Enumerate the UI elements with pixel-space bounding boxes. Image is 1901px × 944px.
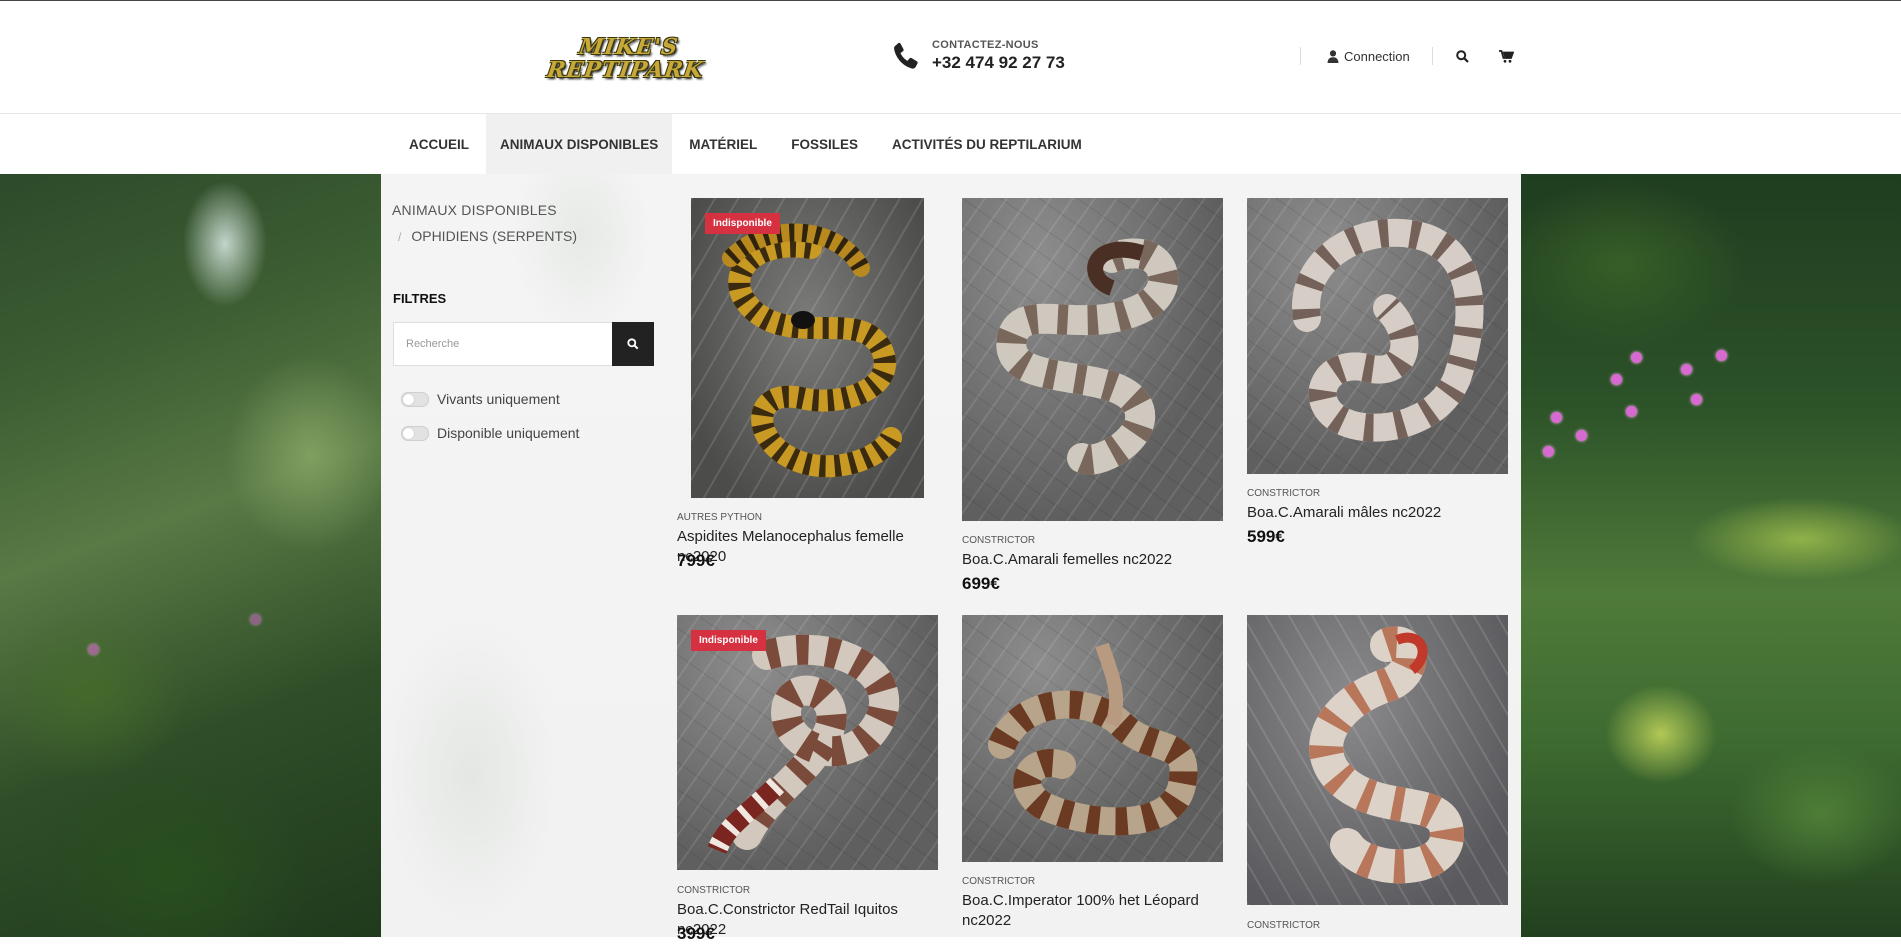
product-name[interactable]: Aspidites Melanocephalus femelle nc2020 [677, 527, 947, 567]
filter-search [393, 322, 654, 366]
search-icon[interactable] [1453, 46, 1473, 66]
nav-item-animaux-disponibles[interactable]: ANIMAUX DISPONIBLES [486, 114, 673, 174]
search-icon [627, 338, 639, 350]
cart-icon[interactable] [1497, 46, 1517, 66]
nav-item-fossiles[interactable]: FOSSILES [774, 114, 875, 174]
user-icon [1327, 49, 1339, 63]
product-name[interactable]: Boa.C.Amarali femelles nc2022 [962, 550, 1232, 570]
search-button[interactable] [612, 322, 654, 366]
snake-image [988, 642, 1198, 836]
product-category[interactable]: CONSTRICTOR [962, 876, 1035, 887]
toggle-alive-switch[interactable] [401, 391, 429, 407]
product-category[interactable]: AUTRES PYTHON [677, 512, 762, 523]
login-label: Connection [1344, 48, 1410, 64]
snake-image [1292, 218, 1484, 442]
product-name[interactable]: Boa.C.Amarali mâles nc2022 [1247, 503, 1517, 523]
product-image[interactable] [962, 198, 1223, 521]
search-input[interactable] [393, 322, 613, 366]
jungle-background-right [1521, 174, 1901, 937]
product-image[interactable] [1247, 615, 1508, 905]
main-navigation: ACCUEIL ANIMAUX DISPONIBLES MATÉRIEL FOS… [0, 114, 1901, 174]
product-category[interactable]: CONSTRICTOR [1247, 920, 1320, 931]
product-category[interactable]: CONSTRICTOR [962, 535, 1035, 546]
toggle-available-row[interactable]: Disponible uniquement [401, 425, 579, 441]
nav-item-materiel[interactable]: MATÉRIEL [672, 114, 774, 174]
product-category[interactable]: CONSTRICTOR [1247, 488, 1320, 499]
unavailable-badge: Indisponible [705, 213, 780, 234]
jungle-background-left [0, 174, 381, 937]
snake-image [722, 223, 902, 478]
toggle-alive-label: Vivants uniquement [437, 391, 560, 407]
product-category[interactable]: CONSTRICTOR [677, 885, 750, 896]
unavailable-badge: Indisponible [691, 630, 766, 651]
product-name[interactable]: Boa.C.Constrictor RedTail Iquitos nc2022 [677, 900, 947, 940]
login-link[interactable]: Connection [1301, 49, 1432, 64]
breadcrumb: ANIMAUX DISPONIBLES / OPHIDIENS (SERPENTS… [392, 202, 577, 244]
product-price: 399€ [677, 924, 715, 943]
breadcrumb-separator: / [398, 230, 402, 244]
nav-item-activites[interactable]: ACTIVITÉS DU REPTILARIUM [875, 114, 1099, 174]
nav-item-accueil[interactable]: ACCUEIL [392, 114, 486, 174]
sidebar-background [381, 174, 671, 937]
snake-image [1309, 626, 1465, 884]
filters-title: FILTRES [393, 291, 447, 306]
divider [1431, 47, 1433, 65]
header-actions: Connection [1300, 45, 1517, 67]
toggle-available-label: Disponible uniquement [437, 425, 580, 441]
product-price: 699€ [962, 574, 1000, 593]
snake-image [996, 238, 1179, 475]
breadcrumb-animaux[interactable]: ANIMAUX DISPONIBLES [392, 202, 557, 218]
breadcrumb-ophidiens[interactable]: OPHIDIENS (SERPENTS) [411, 228, 577, 244]
contact-label: CONTACTEZ-NOUS [932, 39, 1039, 51]
logo-line2: REPTIPARK [545, 57, 706, 83]
product-image[interactable] [962, 615, 1223, 862]
product-price: 799€ [677, 551, 715, 570]
snake-image [707, 634, 899, 855]
site-logo[interactable]: MIKE'S REPTIPARK [545, 31, 706, 87]
toggle-available-switch[interactable] [401, 425, 429, 441]
toggle-alive-row[interactable]: Vivants uniquement [401, 391, 560, 407]
phone-icon [894, 42, 918, 69]
product-price: 599€ [1247, 527, 1285, 546]
product-image[interactable] [1247, 198, 1508, 474]
product-image[interactable]: Indisponible [691, 198, 924, 498]
product-image[interactable]: Indisponible [677, 615, 938, 870]
product-name[interactable]: Boa.C.Imperator 100% het Léopard nc2022 [962, 891, 1202, 931]
site-header: MIKE'S REPTIPARK CONTACTEZ-NOUS +32 474 … [0, 1, 1901, 114]
breadcrumb-current: / OPHIDIENS (SERPENTS) [392, 228, 577, 244]
phone-number[interactable]: +32 474 92 27 73 [932, 53, 1065, 73]
logo-line1: MIKE'S [577, 34, 681, 60]
